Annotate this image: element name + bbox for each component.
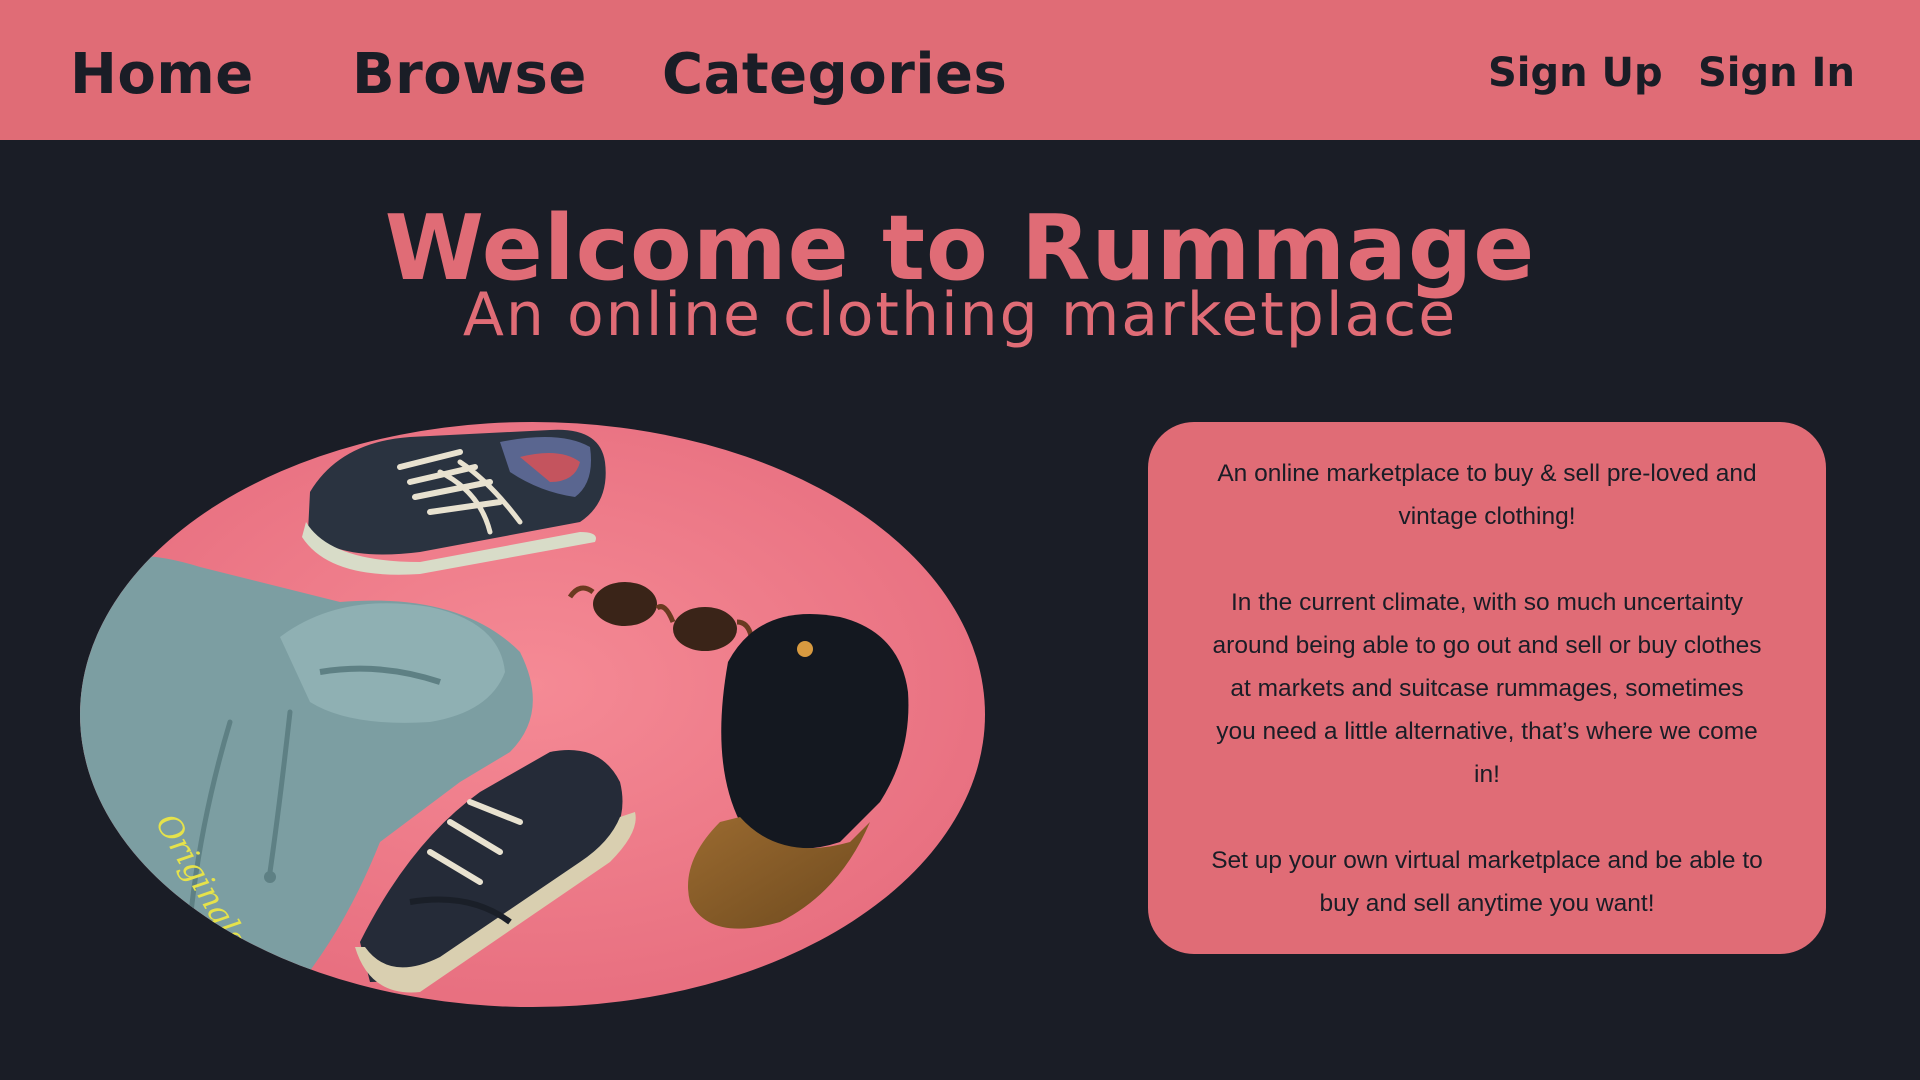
page-subtitle: An online clothing marketplace [462, 280, 1458, 350]
info-card: An online marketplace to buy & sell pre-… [1148, 422, 1826, 954]
top-navbar: Home Browse Categories Sign Up Sign In [0, 0, 1920, 140]
nav-browse-link[interactable]: Browse [352, 42, 587, 107]
nav-home-link[interactable]: Home [70, 42, 254, 107]
clothing-flatlay-image: Originals [80, 422, 985, 1007]
sign-up-link[interactable]: Sign Up [1488, 50, 1663, 96]
nav-categories-link[interactable]: Categories [662, 42, 1007, 107]
info-paragraph-climate: In the current climate, with so much unc… [1212, 589, 1762, 788]
info-paragraph-setup: Set up your own virtual marketplace and … [1211, 847, 1763, 917]
sign-in-link[interactable]: Sign In [1698, 50, 1855, 96]
info-paragraph-intro: An online marketplace to buy & sell pre-… [1217, 460, 1757, 530]
